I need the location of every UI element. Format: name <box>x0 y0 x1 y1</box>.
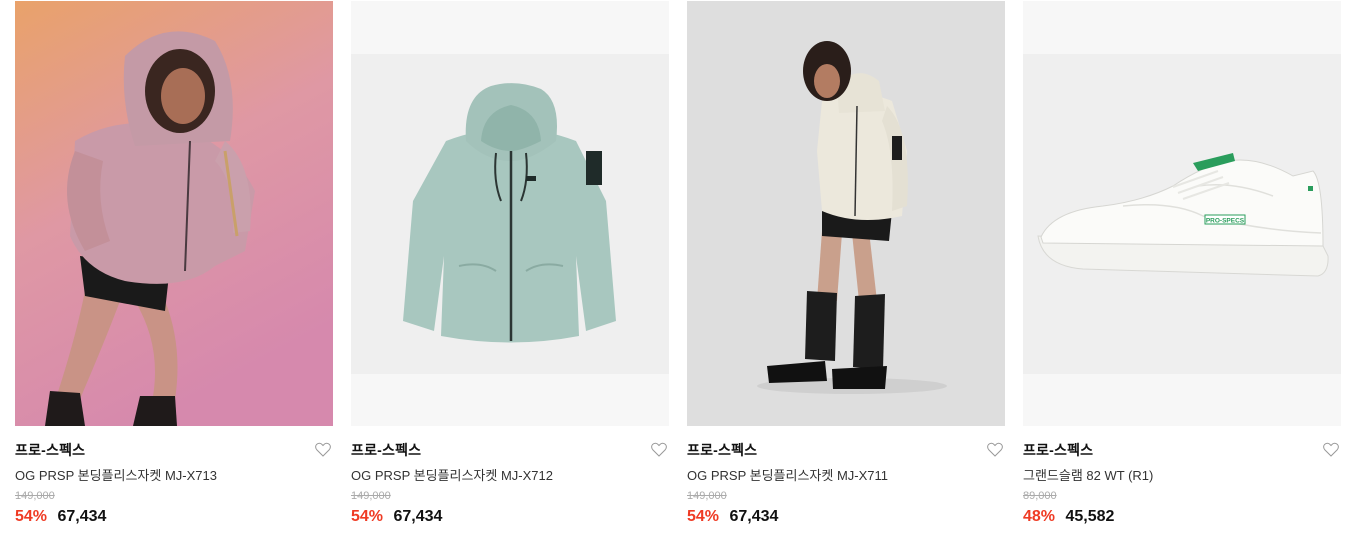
brand-name[interactable]: 프로-스펙스 <box>15 440 85 460</box>
woman-pink-fleece-photo <box>15 1 333 426</box>
product-image[interactable] <box>15 1 333 426</box>
wishlist-heart-icon[interactable] <box>1323 442 1339 457</box>
price-row: 54% 67,434 <box>15 508 106 526</box>
product-image[interactable] <box>687 1 1005 426</box>
sneaker-logo-text: PRO-SPECS <box>1206 218 1245 225</box>
product-card[interactable]: PRO-SPECS 프로-스펙스 그랜드슬램 82 WT (R1) 89,000… <box>1023 0 1341 538</box>
wishlist-heart-icon[interactable] <box>315 442 331 457</box>
brand-name[interactable]: 프로-스펙스 <box>1023 440 1093 460</box>
discount-rate: 54% <box>687 508 720 525</box>
price-row: 54% 67,434 <box>687 508 778 526</box>
price-row: 48% 45,582 <box>1023 508 1114 526</box>
product-title[interactable]: OG PRSP 본딩플리스자켓 MJ-X712 <box>351 465 553 484</box>
product-card[interactable]: 프로-스펙스 OG PRSP 본딩플리스자켓 MJ-X713 149,000 5… <box>15 0 333 538</box>
sale-price: 67,434 <box>57 508 107 525</box>
wishlist-heart-icon[interactable] <box>651 442 667 457</box>
woman-ivory-fleece-photo <box>687 1 1005 426</box>
product-image[interactable]: PRO-SPECS <box>1023 1 1341 426</box>
product-card[interactable]: 프로-스펙스 OG PRSP 본딩플리스자켓 MJ-X712 149,000 5… <box>351 0 669 538</box>
sale-price: 67,434 <box>729 508 779 525</box>
original-price: 149,000 <box>15 490 55 502</box>
product-title[interactable]: 그랜드슬램 82 WT (R1) <box>1023 465 1153 484</box>
discount-rate: 48% <box>1023 508 1056 525</box>
original-price: 149,000 <box>687 490 727 502</box>
discount-rate: 54% <box>15 508 48 525</box>
product-card[interactable]: 프로-스펙스 OG PRSP 본딩플리스자켓 MJ-X711 149,000 5… <box>687 0 1005 538</box>
white-sneaker-photo: PRO-SPECS <box>1023 1 1341 426</box>
brand-name[interactable]: 프로-스펙스 <box>687 440 757 460</box>
product-title[interactable]: OG PRSP 본딩플리스자켓 MJ-X711 <box>687 465 888 484</box>
price-row: 54% 67,434 <box>351 508 442 526</box>
original-price: 89,000 <box>1023 490 1057 502</box>
mint-fleece-hoodie-photo <box>351 1 669 426</box>
product-image[interactable] <box>351 1 669 426</box>
brand-name[interactable]: 프로-스펙스 <box>351 440 421 460</box>
original-price: 149,000 <box>351 490 391 502</box>
discount-rate: 54% <box>351 508 384 525</box>
product-title[interactable]: OG PRSP 본딩플리스자켓 MJ-X713 <box>15 465 217 484</box>
sale-price: 67,434 <box>393 508 443 525</box>
product-grid: 프로-스펙스 OG PRSP 본딩플리스자켓 MJ-X713 149,000 5… <box>15 0 1341 538</box>
wishlist-heart-icon[interactable] <box>987 442 1003 457</box>
sale-price: 45,582 <box>1065 508 1115 525</box>
